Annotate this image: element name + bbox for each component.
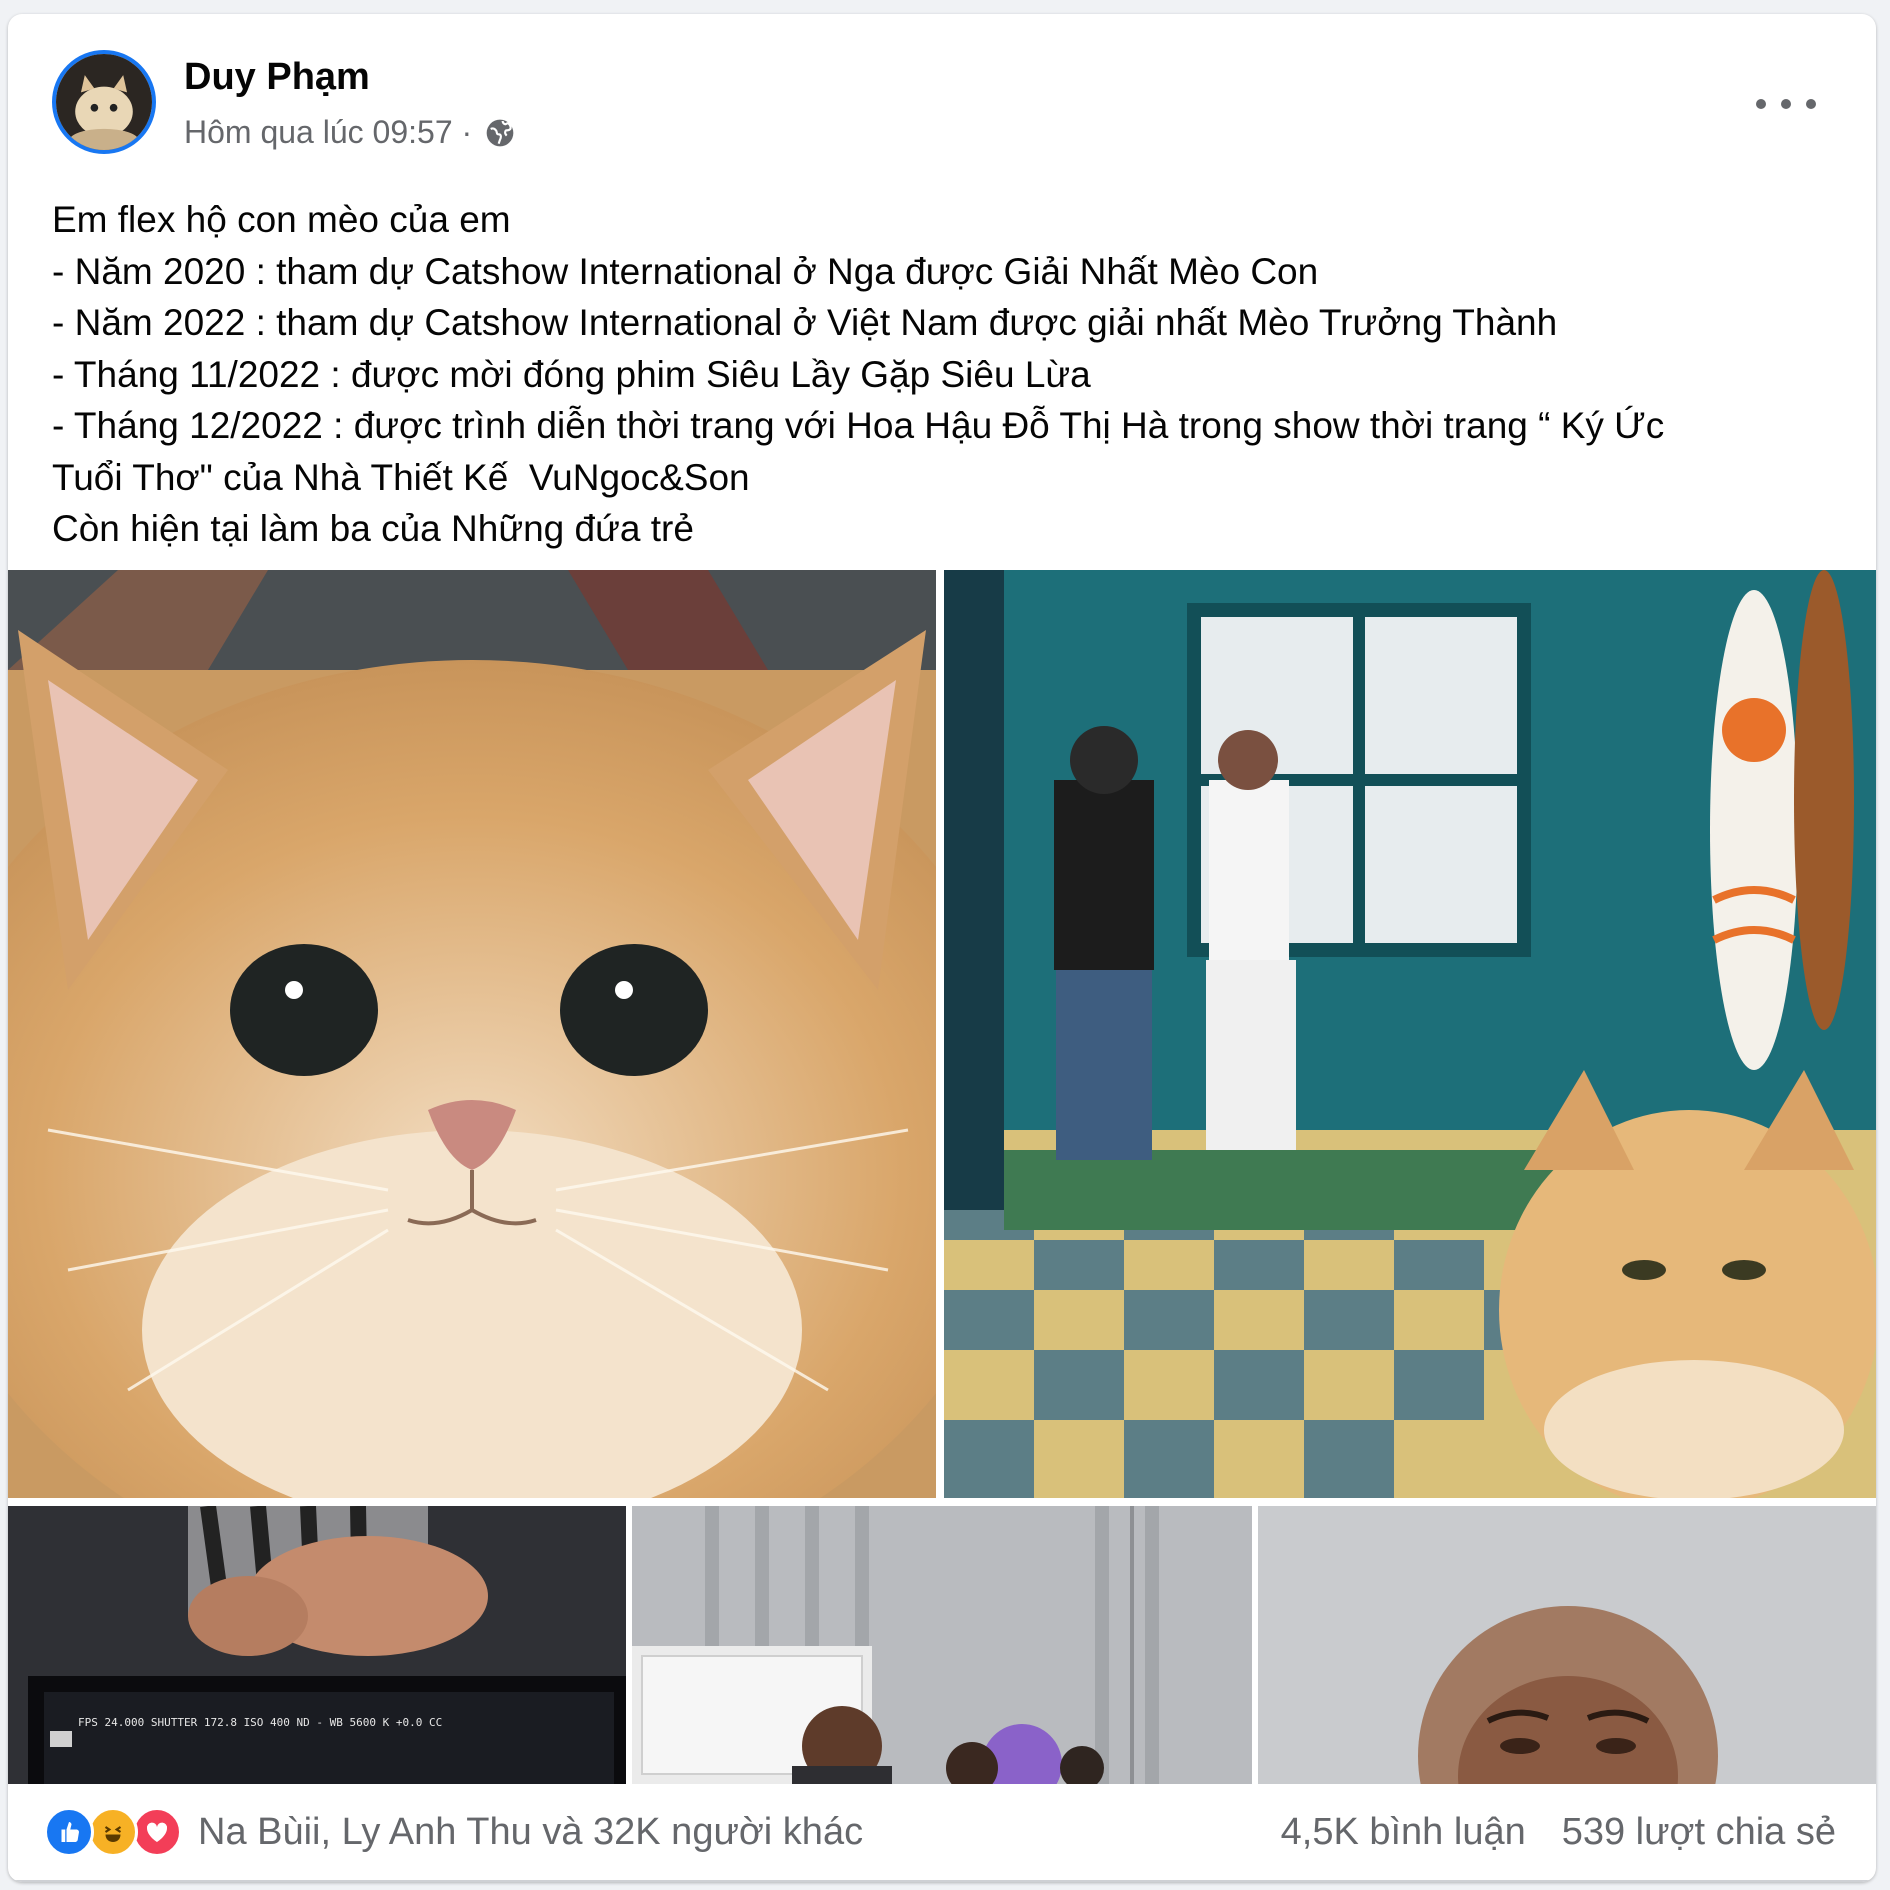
globe-icon[interactable] [484,117,516,149]
post-text: Em flex hộ con mèo của em - Năm 2020 : t… [52,194,1842,555]
post-text-line: - Năm 2022 : tham dự Catshow Internation… [52,302,1558,343]
avatar-cat-image [56,54,152,150]
engagement-counts: 4,5K bình luận 539 lượt chia sẻ [1281,1811,1836,1854]
post-timestamp[interactable]: Hôm qua lúc 09:57 · [184,114,472,151]
monitor-readout: FPS 24.000 SHUTTER 172.8 ISO 400 ND - WB… [78,1716,442,1729]
post-meta: Hôm qua lúc 09:57 · [184,114,516,151]
post-text-line: - Năm 2020 : tham dự Catshow Internation… [52,250,1319,292]
post-text-line: - Tháng 11/2022 : được mời đóng phim Siê… [52,353,1091,395]
haha-icon [88,1807,138,1857]
post-text-line: Còn hiện tại làm ba của Những đứa trẻ [52,508,694,549]
comment-count[interactable]: 4,5K bình luận [1281,1811,1526,1854]
photo-studio-people[interactable] [632,1506,1252,1784]
love-icon [132,1807,182,1857]
reaction-summary[interactable]: Na Bùii, Ly Anh Thu và 32K người khác [198,1811,863,1854]
post-text-line: Em flex hộ con mèo của em [52,199,511,240]
more-options-button[interactable] [1756,84,1816,124]
author-name[interactable]: Duy Phạm [184,56,370,99]
reaction-icons[interactable] [44,1807,182,1857]
post-card: Duy Phạm Hôm qua lúc 09:57 · Em flex hộ … [8,14,1876,1882]
post-text-line: - Tháng 12/2022 : được trình diễn thời t… [52,405,1665,446]
photo-camera-monitor[interactable]: FPS 24.000 SHUTTER 172.8 ISO 400 ND - WB… [8,1506,626,1784]
like-icon [44,1807,94,1857]
photo-woman-headscarf[interactable] [1258,1506,1876,1784]
post-footer: Na Bùii, Ly Anh Thu và 32K người khác 4,… [8,1784,1876,1882]
photo-grid: FPS 24.000 SHUTTER 172.8 ISO 400 ND - WB… [8,570,1876,1784]
post-text-line: Tuổi Thơ" của Nhà Thiết Kế VuNgoc&Son [52,456,750,498]
photo-golf-set-with-cat[interactable] [944,570,1876,1498]
photo-cat-closeup[interactable] [8,570,936,1498]
avatar[interactable] [52,50,156,154]
more-horizontal-icon [1756,99,1766,109]
share-count[interactable]: 539 lượt chia sẻ [1562,1811,1836,1854]
